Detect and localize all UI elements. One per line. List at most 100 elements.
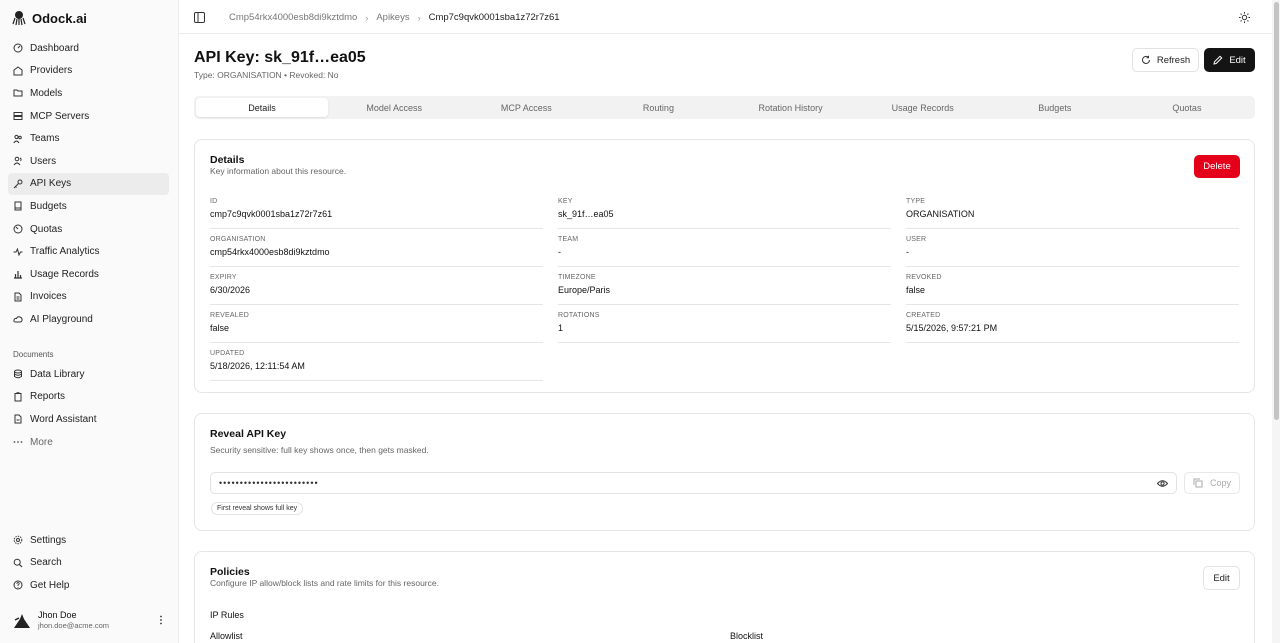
page-title: API Key: sk_91f…ea05 (194, 49, 366, 66)
octopus-logo-icon (12, 11, 26, 26)
bar-chart-icon (13, 269, 23, 279)
sidebar-item-label: API Keys (30, 178, 72, 190)
sidebar-item-label: Traffic Analytics (30, 246, 100, 258)
sidebar-item-quotas[interactable]: Quotas (8, 218, 169, 241)
field-value: cmp54rkx4000esb8di9kztdmo (210, 247, 330, 257)
sidebar-item-api-keys[interactable]: API Keys (8, 172, 169, 196)
tab-budgets[interactable]: Budgets (989, 98, 1121, 117)
reveal-note-badge: First reveal shows full key (211, 502, 304, 515)
field-label: Updated (210, 350, 245, 357)
tab-quotas[interactable]: Quotas (1121, 98, 1253, 117)
policies-edit-label: Edit (1213, 572, 1230, 584)
chevron-right-icon: › (365, 12, 369, 23)
sidebar-item-teams[interactable]: Teams (8, 127, 169, 150)
scrollbar-thumb[interactable] (1274, 2, 1279, 420)
sidebar-item-label: Invoices (30, 291, 67, 303)
tab-routing[interactable]: Routing (592, 98, 724, 117)
sidebar-item-dashboard[interactable]: Dashboard (8, 37, 169, 60)
book-icon (13, 201, 23, 211)
field-label: Timezone (558, 274, 596, 281)
field-value: 1 (558, 323, 564, 333)
sidebar-item-ai-playground[interactable]: AI Playground (8, 308, 169, 331)
sidebar-item-budgets[interactable]: Budgets (8, 195, 169, 218)
sidebar-item-label: Quotas (30, 223, 63, 235)
documents-group-label: Documents (13, 350, 54, 359)
sidebar-item-more[interactable]: More (8, 431, 169, 454)
policies-edit-button[interactable]: Edit (1203, 566, 1240, 590)
sidebar-item-providers[interactable]: Providers (8, 60, 169, 83)
eye-icon[interactable] (1157, 478, 1168, 489)
field-value: sk_91f…ea05 (558, 209, 614, 219)
sidebar-item-label: Users (30, 155, 57, 167)
tab-bar: Details Model Access MCP Access Routing … (194, 96, 1255, 119)
sidebar-item-invoices[interactable]: Invoices (8, 286, 169, 309)
api-key-input[interactable]: •••••••••••••••••••••••• (210, 472, 1177, 494)
refresh-icon (1141, 55, 1150, 64)
field-label: Expiry (210, 274, 237, 281)
breadcrumb-item-apikeys[interactable]: Apikeys (376, 12, 409, 23)
copy-label: Copy (1209, 478, 1231, 488)
activity-icon (13, 247, 23, 257)
kebab-menu-icon[interactable] (155, 613, 167, 627)
refresh-button[interactable]: Refresh (1132, 48, 1199, 72)
sidebar-item-reports[interactable]: Reports (8, 386, 169, 409)
tab-rotation-history[interactable]: Rotation History (725, 98, 857, 117)
reveal-description: Security sensitive: full key shows once,… (210, 445, 429, 455)
details-card: Details Key information about this resou… (194, 139, 1255, 393)
refresh-label: Refresh (1156, 54, 1191, 66)
sidebar-item-label: Get Help (30, 579, 70, 591)
sidebar-item-word-assistant[interactable]: Word Assistant (8, 408, 169, 431)
pencil-icon (1213, 55, 1223, 65)
delete-button[interactable]: Delete (1194, 155, 1240, 178)
breadcrumb-item-current: Cmp7c9qvk0001sba1z72r7z61 (428, 12, 560, 23)
copy-button[interactable]: Copy (1184, 472, 1240, 494)
sidebar-item-users[interactable]: Users (8, 150, 169, 173)
key-icon (13, 179, 23, 189)
sidebar-item-search[interactable]: Search (8, 552, 169, 575)
user-info: Jhon Doe jhon.doe@acme.com (38, 610, 149, 630)
breadcrumb-item-organisation[interactable]: Cmp54rkx4000esb8di9kztdmo (229, 12, 357, 23)
field-label: ID (210, 198, 218, 205)
sidebar-item-settings[interactable]: Settings (8, 529, 169, 552)
sun-icon[interactable] (1239, 12, 1250, 23)
field-label: Type (906, 198, 926, 205)
sidebar-item-label: Settings (30, 534, 67, 546)
server-icon (13, 111, 23, 121)
sidebar-item-label: AI Playground (30, 313, 93, 325)
field-value: 6/30/2026 (210, 285, 251, 295)
field-value: false (906, 285, 926, 295)
sidebar-item-usage-records[interactable]: Usage Records (8, 263, 169, 286)
field-label: Rotations (558, 312, 600, 319)
tab-usage-records[interactable]: Usage Records (857, 98, 989, 117)
field-label: User (906, 236, 927, 243)
sidebar-item-label: MCP Servers (30, 110, 90, 122)
database-icon (13, 369, 23, 379)
sidebar: Odock.ai Dashboard Providers Models MCP … (0, 0, 179, 643)
sidebar-item-label: Teams (30, 133, 60, 145)
tab-mcp-access[interactable]: MCP Access (460, 98, 592, 117)
brand[interactable]: Odock.ai (12, 10, 87, 26)
sidebar-item-label: Dashboard (30, 42, 79, 54)
tab-details[interactable]: Details (196, 98, 329, 117)
sidebar-item-traffic-analytics[interactable]: Traffic Analytics (8, 240, 169, 263)
sidebar-item-get-help[interactable]: Get Help (8, 574, 169, 597)
user-profile[interactable]: Jhon Doe jhon.doe@acme.com (12, 608, 167, 632)
field-user: User - (906, 236, 1239, 267)
tab-model-access[interactable]: Model Access (328, 98, 460, 117)
field-rotations: Rotations 1 (558, 312, 891, 343)
sidebar-toggle-icon[interactable] (194, 12, 205, 23)
field-value: false (210, 323, 230, 333)
masked-key-value: •••••••••••••••••••••••• (219, 478, 319, 488)
reveal-card: Reveal API Key Security sensitive: full … (194, 413, 1255, 531)
sidebar-item-data-library[interactable]: Data Library (8, 363, 169, 386)
field-label: Key (558, 198, 573, 205)
topbar: Cmp54rkx4000esb8di9kztdmo › Apikeys › Cm… (179, 0, 1272, 34)
user-name: Jhon Doe (38, 610, 77, 620)
delete-label: Delete (1203, 161, 1231, 172)
sidebar-item-mcp-servers[interactable]: MCP Servers (8, 105, 169, 128)
sidebar-item-models[interactable]: Models (8, 82, 169, 105)
brand-name: Odock.ai (32, 10, 87, 26)
field-updated: Updated 5/18/2026, 12:11:54 AM (210, 350, 543, 381)
scrollbar[interactable] (1272, 0, 1280, 643)
edit-button[interactable]: Edit (1204, 48, 1255, 72)
